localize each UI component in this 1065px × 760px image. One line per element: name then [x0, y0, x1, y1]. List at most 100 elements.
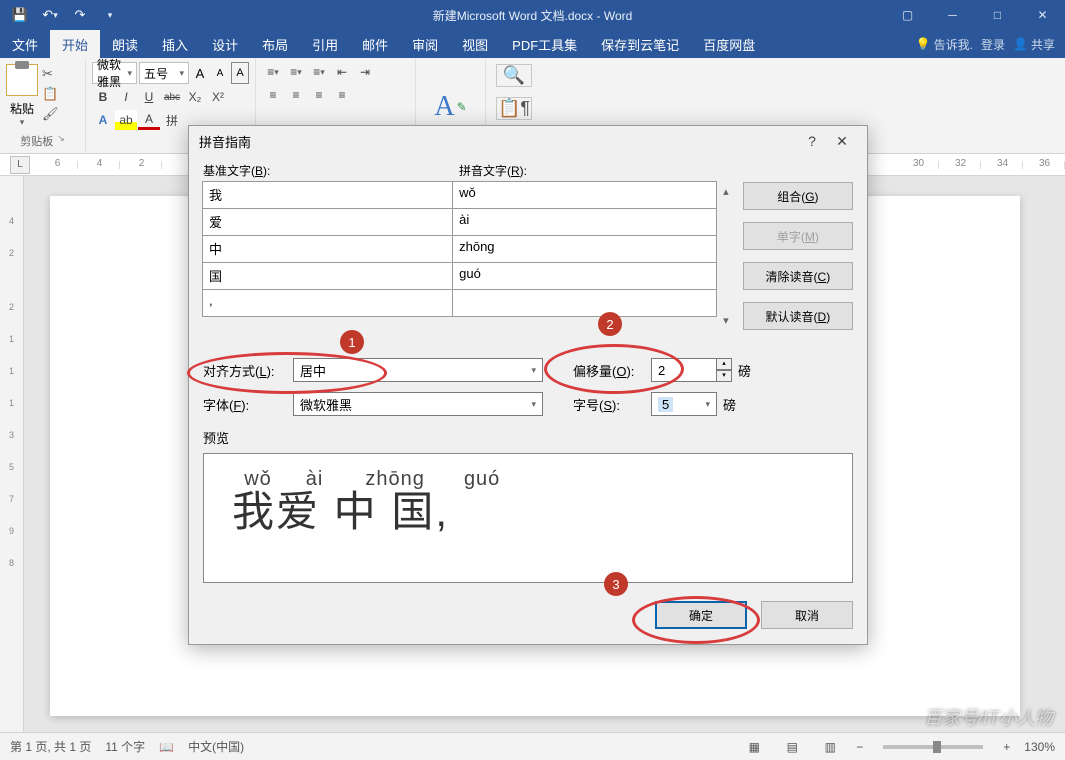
italic-button[interactable]: I — [115, 87, 137, 107]
font-color-button[interactable]: A — [138, 110, 160, 130]
style-brush-icon[interactable]: ✎ — [457, 100, 467, 114]
combine-button[interactable]: 组合(G) — [743, 182, 853, 210]
decrease-font-button[interactable]: A — [211, 62, 229, 84]
size-unit: 磅 — [723, 395, 736, 414]
font-name-select[interactable]: 微软雅黑▾ — [92, 62, 137, 84]
cut-icon[interactable]: ✂ — [42, 66, 59, 82]
offset-spinner[interactable]: ▴▾ — [716, 358, 732, 382]
maximize-button[interactable]: □ — [975, 0, 1020, 30]
zoom-out-button[interactable]: − — [856, 740, 863, 754]
undo-icon[interactable]: ↶▾ — [36, 2, 64, 28]
base-cell[interactable]: 爱 — [202, 208, 453, 236]
save-icon[interactable]: 💾 — [6, 2, 34, 28]
subscript-button[interactable]: X₂ — [184, 87, 206, 107]
pinyin-cell[interactable]: wǒ — [452, 181, 717, 209]
find-button[interactable]: 🔍 — [496, 64, 532, 87]
align-right-button[interactable]: ≡ — [308, 85, 330, 105]
web-layout-icon[interactable]: ▥ — [818, 737, 842, 757]
zoom-slider[interactable] — [883, 745, 983, 749]
tab-review[interactable]: 审阅 — [400, 30, 450, 58]
language-status[interactable]: 中文(中国) — [188, 738, 244, 755]
paste-button[interactable]: 粘贴 ▾ — [6, 62, 38, 128]
tab-references[interactable]: 引用 — [300, 30, 350, 58]
default-reading-button[interactable]: 默认读音(D) — [743, 302, 853, 330]
superscript-button[interactable]: X² — [207, 87, 229, 107]
close-button[interactable]: ✕ — [1020, 0, 1065, 30]
bullets-button[interactable]: ≡▾ — [262, 62, 284, 82]
tab-view[interactable]: 视图 — [450, 30, 500, 58]
read-mode-icon[interactable]: ▦ — [742, 737, 766, 757]
annotation-badge-3: 3 — [604, 572, 628, 596]
tab-cloud[interactable]: 保存到云笔记 — [589, 30, 691, 58]
pinyin-cell[interactable]: guó — [452, 262, 717, 290]
phonetic-button[interactable]: 拼 — [161, 110, 183, 130]
pinyin-cell[interactable]: ài — [452, 208, 717, 236]
align-center-button[interactable]: ≡ — [285, 85, 307, 105]
indent-dec-button[interactable]: ⇤ — [331, 62, 353, 82]
bold-button[interactable]: B — [92, 87, 114, 107]
pinyin-cell[interactable] — [452, 289, 717, 317]
qat-more-icon[interactable]: ▾ — [96, 2, 124, 28]
tab-pdf[interactable]: PDF工具集 — [500, 30, 589, 58]
minimize-button[interactable]: ─ — [930, 0, 975, 30]
strike-button[interactable]: abc — [161, 87, 183, 107]
base-text-label: 基准文字(B): — [203, 162, 459, 182]
styles-gallery[interactable]: A — [434, 91, 454, 123]
indent-inc-button[interactable]: ⇥ — [354, 62, 376, 82]
font-select[interactable]: 微软雅黑▾ — [293, 392, 543, 416]
proof-icon[interactable]: 📖 — [159, 740, 174, 754]
text-effect-button[interactable]: A — [92, 110, 114, 130]
tab-selector[interactable]: L — [10, 156, 30, 174]
ribbon-tabs: 文件 开始 朗读 插入 设计 布局 引用 邮件 审阅 视图 PDF工具集 保存到… — [0, 30, 1065, 58]
clear-format-button[interactable]: A — [231, 62, 249, 84]
ribbon-display-icon[interactable]: ▢ — [885, 0, 930, 30]
font-size-select[interactable]: 五号▾ — [139, 62, 189, 84]
login-link[interactable]: 登录 — [981, 36, 1005, 53]
base-cell[interactable]: 国 — [202, 262, 453, 290]
numbering-button[interactable]: ≡▾ — [285, 62, 307, 82]
zoom-level[interactable]: 130% — [1024, 740, 1055, 754]
size-label: 字号(S): — [573, 395, 651, 414]
format-painter-icon[interactable]: 🖌 — [42, 106, 59, 122]
dialog-close-button[interactable]: ✕ — [827, 133, 857, 150]
underline-button[interactable]: U — [138, 87, 160, 107]
ok-button[interactable]: 确定 — [655, 601, 747, 629]
increase-font-button[interactable]: A — [191, 62, 209, 84]
clipboard-launcher-icon[interactable]: ↘ — [57, 133, 65, 149]
highlight-button[interactable]: ab — [115, 110, 137, 130]
justify-button[interactable]: ≡ — [331, 85, 353, 105]
redo-icon[interactable]: ↷ — [66, 2, 94, 28]
offset-input[interactable]: 2 — [651, 358, 717, 382]
cancel-button[interactable]: 取消 — [761, 601, 853, 629]
tab-file[interactable]: 文件 — [0, 30, 50, 58]
tab-home[interactable]: 开始 — [50, 30, 100, 58]
share-button[interactable]: 👤 共享 — [1013, 36, 1055, 53]
base-cell[interactable]: 中 — [202, 235, 453, 263]
table-scroll[interactable]: ▴▾ — [717, 182, 735, 330]
size-input[interactable]: 5▾ — [651, 392, 717, 416]
single-button: 单字(M) — [743, 222, 853, 250]
clear-reading-button[interactable]: 清除读音(C) — [743, 262, 853, 290]
replace-button[interactable]: 📋¶ — [496, 97, 532, 120]
tab-baidu[interactable]: 百度网盘 — [691, 30, 767, 58]
offset-unit: 磅 — [738, 361, 751, 380]
tab-insert[interactable]: 插入 — [150, 30, 200, 58]
tab-read[interactable]: 朗读 — [100, 30, 150, 58]
tab-layout[interactable]: 布局 — [250, 30, 300, 58]
align-left-button[interactable]: ≡ — [262, 85, 284, 105]
multilevel-button[interactable]: ≡▾ — [308, 62, 330, 82]
vertical-ruler: 42 211 135 798 — [0, 176, 24, 732]
pinyin-cell[interactable]: zhōng — [452, 235, 717, 263]
tab-design[interactable]: 设计 — [200, 30, 250, 58]
copy-icon[interactable]: 📋 — [42, 86, 59, 102]
zoom-in-button[interactable]: + — [1003, 740, 1010, 754]
tab-mail[interactable]: 邮件 — [350, 30, 400, 58]
align-select[interactable]: 居中▾ — [293, 358, 543, 382]
print-layout-icon[interactable]: ▤ — [780, 737, 804, 757]
base-cell[interactable]: 我 — [202, 181, 453, 209]
tell-me[interactable]: 💡 告诉我. — [916, 36, 973, 53]
page-status[interactable]: 第 1 页, 共 1 页 — [10, 738, 91, 755]
dialog-help-button[interactable]: ? — [797, 133, 827, 149]
base-cell[interactable]: , — [202, 289, 453, 317]
word-count[interactable]: 11 个字 — [105, 738, 145, 755]
